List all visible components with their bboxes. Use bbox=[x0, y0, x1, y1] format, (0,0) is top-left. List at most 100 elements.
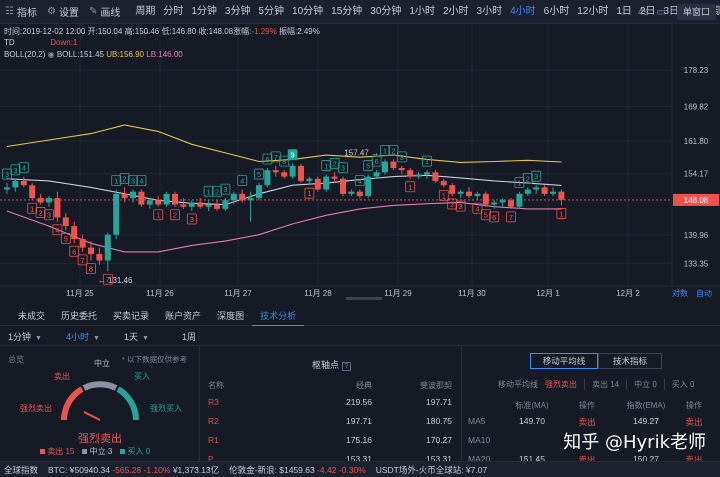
candle-body bbox=[130, 191, 136, 199]
candle-body bbox=[365, 176, 372, 196]
sentiment-gauge bbox=[61, 381, 139, 421]
price-tick-label: 139.96 bbox=[684, 231, 709, 240]
tab-0[interactable]: 未成交 bbox=[10, 306, 53, 326]
candle-body bbox=[37, 198, 44, 203]
date-tick-label: 11月 26 bbox=[146, 289, 174, 298]
ma-row-ma-op: 卖出 bbox=[578, 417, 596, 427]
candle-body bbox=[524, 189, 531, 194]
period-10[interactable]: 4小时 bbox=[506, 0, 540, 24]
pivot-title: 枢轴点 ? bbox=[312, 358, 352, 371]
candle-body bbox=[104, 234, 111, 261]
tab-4[interactable]: 深度图 bbox=[209, 306, 252, 326]
period-7[interactable]: 1小时 bbox=[405, 0, 439, 24]
date-tick-label: 12月 2 bbox=[616, 289, 640, 298]
candle-body bbox=[516, 193, 523, 207]
current-price-label: 148.08 bbox=[684, 196, 709, 205]
boll-eye-icon[interactable]: ◉ bbox=[48, 50, 55, 59]
boll-info: BOLL(20,2) ◉ BOLL:151.45 UB:156.90 LB:14… bbox=[4, 50, 183, 59]
resize-handle[interactable] bbox=[346, 297, 382, 300]
usdt-ticker: USDT场外-火币全球站: ¥7.07 bbox=[375, 464, 488, 475]
candle-body bbox=[20, 180, 27, 186]
period-3[interactable]: 5分钟 bbox=[254, 0, 288, 24]
gear-icon: ⚙ bbox=[46, 6, 56, 17]
pivot-row-fib: 197.71 bbox=[426, 397, 452, 407]
draw-label: 画线 bbox=[100, 8, 121, 19]
toolbar-right: 4s ▭ bbox=[638, 0, 666, 24]
draw-button[interactable]: ✎ 画线 bbox=[84, 0, 125, 24]
ma-row-name: MA5 bbox=[468, 416, 486, 426]
boll-label: BOLL(20,2) bbox=[4, 50, 46, 59]
selector-0[interactable]: 1分钟 ▼ bbox=[8, 330, 66, 343]
period-1[interactable]: 1分钟 bbox=[187, 0, 221, 24]
summary-counts: 卖出 15 中立 3 买入 0 bbox=[40, 446, 150, 457]
auto-scale-toggle[interactable]: 自动 bbox=[696, 288, 712, 298]
period-2[interactable]: 3分钟 bbox=[221, 0, 255, 24]
watermark: 知乎 @Hyrik老师 bbox=[563, 432, 706, 453]
selector-1[interactable]: 4小时 ▼ bbox=[66, 330, 124, 343]
candle-body bbox=[382, 161, 388, 173]
cycle-label: 周期 bbox=[135, 5, 156, 17]
settings-button[interactable]: ⚙ 设置 bbox=[42, 0, 84, 24]
low-marker: ← 131.46 bbox=[98, 276, 133, 285]
global-index-label[interactable]: 全球指数 bbox=[4, 464, 38, 476]
status-bar: 全球指数 BTC: ¥50940.34 -565.28 -1.10% ¥1,37… bbox=[0, 461, 720, 477]
td-down: Down:1 bbox=[50, 38, 78, 47]
tab-3[interactable]: 账户资产 bbox=[157, 306, 209, 326]
td-label: 4 bbox=[358, 177, 362, 186]
period-5[interactable]: 15分钟 bbox=[327, 0, 366, 24]
period-0[interactable]: 分时 bbox=[159, 0, 187, 24]
selector-3[interactable]: 1周 bbox=[182, 330, 240, 343]
period-11[interactable]: 6小时 bbox=[540, 0, 574, 24]
period-12[interactable]: 12小时 bbox=[573, 0, 612, 24]
period-8[interactable]: 2小时 bbox=[439, 0, 473, 24]
td-label: 3 bbox=[47, 211, 51, 220]
help-icon[interactable]: ? bbox=[341, 362, 352, 371]
td-label: 8 bbox=[282, 157, 286, 166]
candle-body bbox=[323, 176, 330, 190]
single-window-button[interactable]: 单窗口 bbox=[676, 4, 716, 20]
candle-body bbox=[340, 178, 346, 194]
candle-body bbox=[356, 191, 363, 196]
selector-2[interactable]: 1天 ▼ bbox=[124, 330, 182, 343]
log-scale-toggle[interactable]: 对数 bbox=[672, 288, 688, 298]
candle-body bbox=[172, 193, 178, 205]
td-label: 4 bbox=[55, 226, 59, 235]
price-chart[interactable]: 3341234567871234123123456789112345612311… bbox=[0, 24, 720, 300]
period-13[interactable]: 1日 bbox=[612, 0, 636, 24]
td-label: 6 bbox=[492, 213, 496, 222]
ma-row-ema-op: 卖出 bbox=[685, 417, 703, 427]
td-label: 4 bbox=[240, 177, 244, 186]
td-label: 1 bbox=[517, 179, 521, 188]
td-label: 1 bbox=[114, 177, 118, 186]
td-label: 4 bbox=[22, 164, 26, 173]
window-icon[interactable]: ▭ bbox=[657, 7, 666, 18]
candle-body bbox=[449, 185, 456, 194]
tab-tech-indicators[interactable]: 技术指标 bbox=[598, 353, 662, 369]
indicators-button[interactable]: ☷ 指标 bbox=[0, 0, 42, 24]
candle-body bbox=[407, 170, 414, 177]
td-info: TD Down:1 bbox=[4, 38, 77, 47]
td-label: 2 bbox=[450, 200, 454, 209]
period-list: 分时 1分钟 3分钟 5分钟 10分钟 15分钟 30分钟 1小时 2小时 3小时 4小时 6小时 12… bbox=[159, 0, 720, 24]
ma-summary-verdict: 强烈卖出 bbox=[545, 380, 577, 389]
td-label: 7 bbox=[509, 213, 513, 222]
summary-title: 总览 bbox=[8, 355, 24, 364]
td-label: 1 bbox=[30, 204, 34, 213]
td-label: 5 bbox=[484, 211, 488, 220]
period-6[interactable]: 30分钟 bbox=[366, 0, 405, 24]
gauge-strong-sell-label: 强烈卖出 bbox=[20, 404, 52, 413]
pivot-row-name: R3 bbox=[208, 397, 219, 407]
tab-2[interactable]: 买卖记录 bbox=[105, 306, 157, 326]
summary-panel: 总览 * 以下数据仅供参考 中立 卖出 买入 强烈卖出 强烈买入 强烈卖出 卖出… bbox=[0, 346, 200, 461]
date-tick-label: 11月 30 bbox=[458, 289, 486, 298]
selector-label: 1天 bbox=[124, 332, 139, 342]
ohlc-open: 开:150.04 bbox=[87, 27, 123, 36]
candle-body bbox=[4, 187, 10, 190]
period-9[interactable]: 3小时 bbox=[473, 0, 507, 24]
period-4[interactable]: 10分钟 bbox=[288, 0, 327, 24]
candle-body bbox=[398, 168, 405, 171]
interval-label[interactable]: 4s bbox=[638, 7, 649, 18]
tab-1[interactable]: 历史委托 bbox=[53, 306, 105, 326]
tab-moving-average[interactable]: 移动平均线 bbox=[530, 353, 598, 369]
tab-5[interactable]: 技术分析 bbox=[252, 306, 305, 326]
